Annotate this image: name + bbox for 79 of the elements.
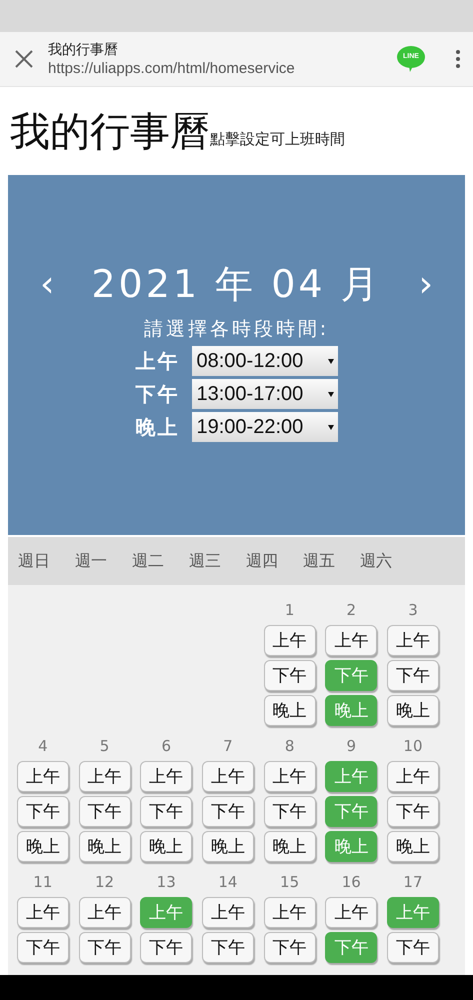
weekday-label: 週六 — [360, 550, 393, 572]
shift-toggle[interactable]: 上午 — [386, 625, 439, 656]
day-number: 17 — [403, 872, 423, 893]
shift-label: 晚上 — [136, 414, 180, 440]
time-select[interactable]: 13:00-17:00 — [192, 379, 338, 409]
day-number: 2 — [346, 600, 356, 621]
shift-toggle[interactable]: 下午 — [16, 932, 69, 963]
shift-toggle[interactable]: 上午 — [202, 761, 254, 792]
shift-toggle[interactable]: 下午 — [386, 796, 439, 827]
shift-toggle[interactable]: 下午 — [202, 796, 254, 827]
shift-label: 下午 — [136, 380, 180, 408]
page-url: https://uliapps.com/html/homeservice — [48, 58, 296, 78]
day-number: 11 — [33, 872, 52, 893]
weekday-label: 週四 — [246, 550, 279, 572]
caret-icon — [328, 358, 334, 364]
weekday-label: 週三 — [189, 550, 222, 572]
time-select[interactable]: 08:00-12:00 — [192, 346, 338, 376]
weekday-label: 週日 — [18, 550, 51, 572]
shift-toggle[interactable]: 上午 — [264, 897, 316, 928]
day-number: 8 — [284, 736, 294, 757]
shift-toggle[interactable]: 晚上 — [140, 831, 192, 862]
shift-toggle[interactable]: 上午 — [386, 761, 439, 792]
page-title: 我的行事曆 — [48, 40, 119, 58]
close-icon[interactable] — [14, 49, 34, 69]
day-number: 5 — [100, 736, 110, 757]
day-number: 16 — [342, 872, 361, 893]
shift-toggle[interactable]: 晚上 — [264, 831, 316, 862]
shift-toggle[interactable]: 上午 — [264, 625, 316, 656]
shift-toggle[interactable]: 上午 — [78, 897, 131, 928]
shift-prompt: 請選擇各時段時間: — [144, 317, 330, 342]
shift-toggle[interactable]: 晚上 — [386, 831, 439, 862]
day-number: 13 — [156, 872, 176, 893]
shift-toggle[interactable]: 下午 — [202, 932, 254, 963]
day-number: 15 — [280, 872, 300, 893]
shift-toggle[interactable]: 上午 — [140, 761, 192, 792]
next-month-button[interactable]: › — [412, 264, 439, 305]
shift-toggle[interactable]: 晚上 — [16, 831, 69, 862]
shift-toggle[interactable]: 下午 — [78, 932, 131, 963]
day-number: 6 — [161, 736, 171, 757]
weekday-label: 週一 — [75, 550, 108, 572]
shift-toggle[interactable]: 上午 — [325, 625, 378, 656]
shift-toggle[interactable]: 上午 — [264, 761, 316, 792]
day-number: 12 — [94, 872, 114, 893]
shift-toggle[interactable]: 下午 — [264, 660, 316, 691]
shift-toggle[interactable]: 下午 — [386, 660, 439, 691]
shift-toggle[interactable]: 晚上 — [78, 831, 131, 862]
shift-toggle[interactable]: 上午 — [16, 897, 69, 928]
weekday-label: 週二 — [132, 550, 165, 572]
shift-toggle[interactable]: 下午 — [140, 932, 192, 963]
shift-label: 上午 — [136, 348, 180, 374]
caret-icon — [328, 392, 334, 396]
shift-toggle[interactable]: 下午 — [386, 932, 439, 963]
page-subtitle: 點擊設定可上班時間 — [210, 130, 345, 149]
shift-toggle[interactable]: 下午 — [16, 796, 69, 827]
caret-icon — [328, 424, 334, 430]
day-number: 14 — [218, 872, 238, 893]
previous-month-button[interactable]: ‹ — [34, 264, 60, 305]
shift-toggle[interactable]: 晚上 — [202, 831, 254, 862]
weekday-label: 週五 — [303, 550, 336, 572]
shift-toggle[interactable]: 下午 — [264, 796, 316, 827]
shift-toggle[interactable]: 上午 — [325, 897, 378, 928]
day-number: 4 — [38, 736, 48, 757]
shift-toggle[interactable]: 下午 — [264, 932, 316, 963]
day-number: 9 — [346, 736, 356, 757]
day-number: 1 — [284, 600, 294, 621]
day-number: 3 — [408, 600, 418, 621]
shift-toggle[interactable]: 下午 — [140, 796, 192, 827]
page-heading: 我的行事曆 — [10, 109, 210, 155]
shift-toggle[interactable]: 下午 — [78, 796, 131, 827]
day-number: 10 — [403, 736, 423, 757]
time-select[interactable]: 19:00-22:00 — [192, 412, 338, 442]
shift-toggle[interactable]: 晚上 — [264, 695, 316, 726]
month-title: 2021 年 04 月 — [91, 261, 382, 308]
shift-toggle[interactable]: 上午 — [16, 761, 69, 792]
day-number: 7 — [223, 736, 233, 757]
menu-icon[interactable] — [455, 49, 461, 69]
shift-toggle[interactable]: 上午 — [78, 761, 131, 792]
shift-toggle[interactable]: 晚上 — [386, 695, 439, 726]
shift-toggle[interactable]: 上午 — [202, 897, 254, 928]
